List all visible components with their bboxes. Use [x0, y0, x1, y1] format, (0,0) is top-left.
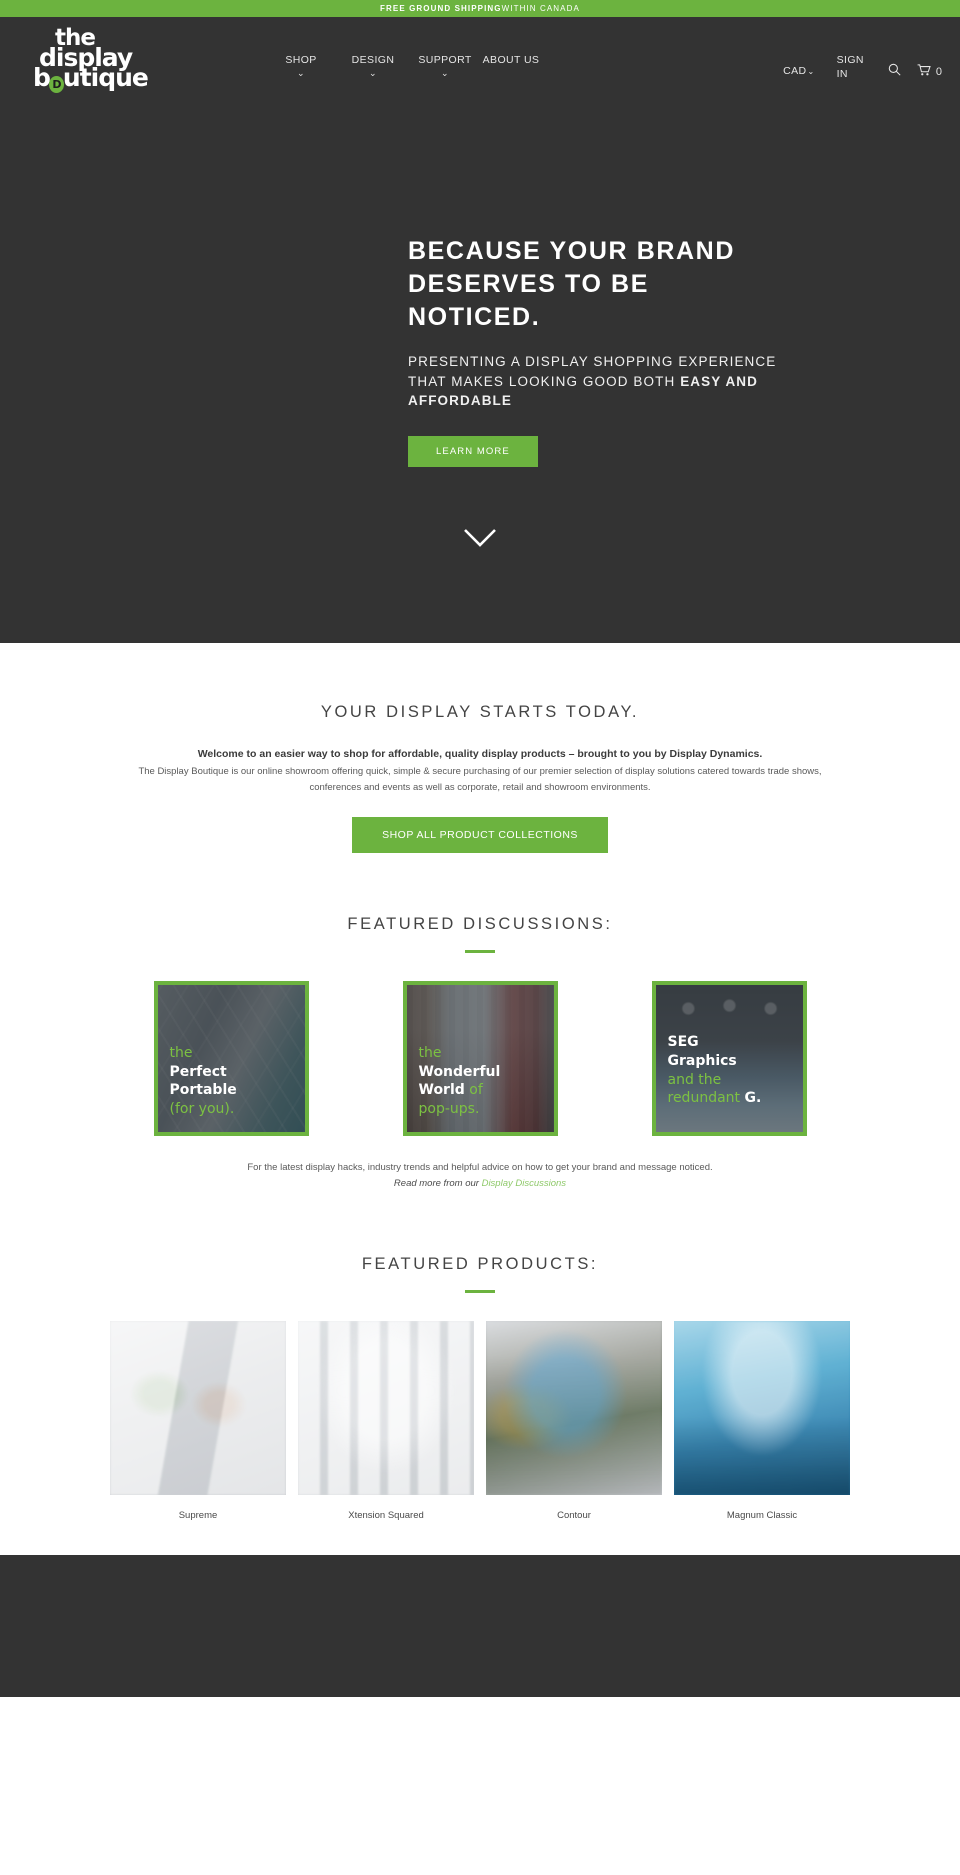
- product-name: Supreme: [178, 1509, 218, 1521]
- product-name: Magnum Classic: [726, 1509, 798, 1521]
- nav-label-shop: SHOP: [285, 54, 317, 66]
- product-image: [674, 1320, 850, 1495]
- card-line-4: (for you).: [169, 1100, 235, 1117]
- search-icon[interactable]: [888, 63, 901, 81]
- card-line-4: redundant G.: [668, 1089, 762, 1108]
- discussions-readmore: Read more from our Display Discussions: [0, 1176, 960, 1192]
- intro-body-text: The Display Boutique is our online showr…: [138, 766, 822, 793]
- card-line-3: World of: [419, 1081, 501, 1100]
- card-line-3-suffix: of: [469, 1082, 483, 1099]
- discussions-caption: For the latest display hacks, industry t…: [0, 1160, 960, 1192]
- featured-discussions-section: FEATURED DISCUSSIONS: the Perfect Portab…: [0, 853, 960, 1192]
- intro-section: YOUR DISPLAY STARTS TODAY. Welcome to an…: [0, 643, 960, 854]
- nav-label-design: DESIGN: [351, 54, 395, 66]
- featured-products-title: FEATURED PRODUCTS:: [361, 1254, 599, 1273]
- chevron-down-icon: ⌄: [441, 68, 449, 79]
- announcement-bold-text: FREE GROUND SHIPPING: [380, 4, 502, 13]
- currency-selector[interactable]: CAD⌄: [783, 65, 814, 77]
- logo-line-boutique: b Dutique: [33, 65, 159, 94]
- site-footer: [0, 1554, 960, 1697]
- card-line-4-suffix: G.: [744, 1090, 762, 1107]
- product-name: Xtension Squared: [348, 1509, 424, 1521]
- nav-item-shop[interactable]: SHOP ⌄: [265, 53, 337, 79]
- divider-rule: [465, 950, 495, 954]
- hero-section: BECAUSE YOUR BRAND DESERVES TO BE NOTICE…: [0, 96, 960, 643]
- intro-lead-text: Welcome to an easier way to shop for aff…: [197, 748, 763, 760]
- hero-content: BECAUSE YOUR BRAND DESERVES TO BE NOTICE…: [408, 235, 788, 467]
- main-navigation: SHOP ⌄ DESIGN ⌄ SUPPORT ⌄ ABOUT US: [265, 53, 541, 79]
- site-logo[interactable]: the display b Dutique: [33, 27, 159, 95]
- learn-more-button[interactable]: LEARN MORE: [408, 435, 538, 467]
- card-line-3-main: World: [418, 1082, 465, 1099]
- hero-subtitle: PRESENTING A DISPLAY SHOPPING EXPERIENCE…: [408, 352, 788, 411]
- product-image: [486, 1320, 662, 1495]
- card-line-4: pop-ups.: [418, 1100, 480, 1117]
- card-text: SEG Graphics and the redundant G.: [668, 1033, 762, 1107]
- product-card[interactable]: Supreme: [110, 1320, 286, 1521]
- cart-count: 0: [935, 66, 942, 78]
- scroll-down-chevron-icon[interactable]: [0, 528, 960, 553]
- discussions-caption-text: For the latest display hacks, industry t…: [247, 1162, 713, 1174]
- cart-button[interactable]: 0: [917, 63, 942, 81]
- card-line-1: SEG: [667, 1034, 699, 1051]
- product-grid: Supreme Xtension Squared Contour Magnum …: [0, 1320, 960, 1521]
- hero-title: BECAUSE YOUR BRAND DESERVES TO BE NOTICE…: [408, 237, 735, 331]
- product-card[interactable]: Magnum Classic: [674, 1320, 850, 1521]
- featured-discussions-title: FEATURED DISCUSSIONS:: [347, 915, 613, 934]
- product-name: Contour: [557, 1509, 591, 1521]
- card-text: the Wonderful World of pop-ups.: [419, 1044, 501, 1118]
- card-line-2: Graphics: [667, 1052, 737, 1069]
- announcement-thin-text: WITHIN CANADA: [501, 4, 580, 13]
- card-line-2: Wonderful: [418, 1063, 501, 1080]
- card-text: the Perfect Portable (for you).: [170, 1044, 237, 1118]
- announcement-bar: FREE GROUND SHIPPING WITHIN CANADA: [0, 0, 960, 17]
- nav-item-about-us[interactable]: ABOUT US: [481, 53, 541, 67]
- chevron-down-icon: ⌄: [297, 68, 305, 79]
- display-discussions-link[interactable]: Display Discussions: [482, 1178, 566, 1189]
- nav-label-about-us: ABOUT US: [482, 54, 540, 66]
- product-card[interactable]: Xtension Squared: [298, 1320, 474, 1521]
- header-utilities: CAD⌄ SIGN IN 0: [783, 53, 942, 81]
- site-header: the display b Dutique SHOP ⌄ DESIGN ⌄ SUP…: [0, 17, 960, 96]
- discussion-cards: the Perfect Portable (for you). the Wond…: [0, 981, 960, 1137]
- discussion-card-wonderful-world[interactable]: the Wonderful World of pop-ups.: [402, 981, 558, 1137]
- card-line-2: Perfect: [169, 1063, 227, 1080]
- logo-utique: utique: [62, 63, 149, 93]
- nav-label-support: SUPPORT: [418, 54, 472, 66]
- nav-item-support[interactable]: SUPPORT ⌄: [409, 53, 481, 79]
- cart-icon: [917, 63, 931, 81]
- discussion-card-seg-graphics[interactable]: SEG Graphics and the redundant G.: [651, 981, 807, 1137]
- card-line-4-main: redundant: [667, 1090, 741, 1107]
- product-image: [298, 1320, 474, 1495]
- currency-label: CAD: [783, 65, 807, 77]
- featured-products-section: FEATURED PRODUCTS: Supreme Xtension Squa…: [0, 1193, 960, 1521]
- nav-item-design[interactable]: DESIGN ⌄: [337, 53, 409, 79]
- product-card[interactable]: Contour: [486, 1320, 662, 1521]
- card-line-1: the: [169, 1044, 193, 1061]
- logo-b: b: [33, 63, 51, 93]
- card-line-1: the: [418, 1044, 442, 1061]
- divider-rule: [465, 1289, 495, 1293]
- intro-title: YOUR DISPLAY STARTS TODAY.: [320, 703, 640, 721]
- chevron-down-icon: ⌄: [807, 67, 815, 76]
- readmore-prefix: Read more from our: [393, 1178, 482, 1190]
- sign-in-link[interactable]: SIGN IN: [837, 53, 864, 81]
- chevron-down-icon: ⌄: [369, 68, 377, 79]
- product-image: [110, 1320, 286, 1495]
- discussion-card-perfect-portable[interactable]: the Perfect Portable (for you).: [153, 981, 309, 1137]
- shop-all-collections-button[interactable]: SHOP ALL PRODUCT COLLECTIONS: [352, 817, 608, 854]
- card-line-3: and the: [667, 1071, 722, 1088]
- card-line-3: Portable: [169, 1082, 237, 1099]
- logo-d-mark-icon: D: [48, 76, 64, 94]
